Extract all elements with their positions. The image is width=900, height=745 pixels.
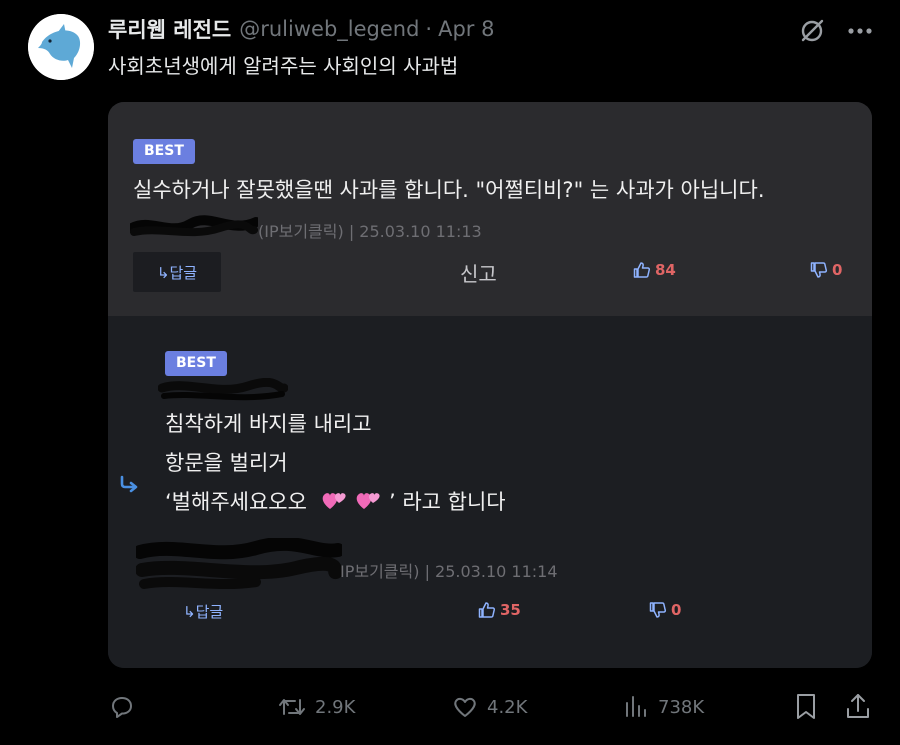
upvote-button[interactable]: 35 (477, 600, 521, 620)
views-action[interactable]: 738K (622, 694, 704, 720)
thumbs-up-icon (478, 602, 496, 618)
redacted-username (158, 378, 288, 401)
downvote-count: 0 (671, 601, 682, 619)
thumbs-down-icon (649, 602, 667, 618)
downvote-button[interactable]: 0 (809, 260, 842, 280)
retweet-action[interactable]: 2.9K (277, 694, 355, 720)
header-separator: · (425, 17, 433, 41)
author-handle[interactable]: @ruliweb_legend (239, 17, 419, 41)
two-hearts-icon (322, 493, 346, 509)
reply-button[interactable]: ↳답글 (133, 252, 221, 292)
bookmark-action[interactable] (792, 692, 828, 722)
report-button[interactable]: 신고 (460, 258, 497, 287)
retweet-icon (279, 699, 305, 715)
thumbs-down-icon (810, 262, 828, 278)
upvote-count: 84 (655, 261, 676, 279)
comment-line-3-start: ‘벌해주세요오오 (165, 490, 307, 514)
downvote-button[interactable]: 0 (648, 600, 681, 620)
grok-icon[interactable] (798, 16, 826, 44)
comment-line-2: 항문을 벌리거 (165, 451, 288, 475)
best-badge: BEST (165, 351, 227, 376)
comment-1: BEST 실수하거나 잘못했을땐 사과를 합니다. "어쩔티비?" 는 사과가 … (108, 102, 872, 316)
comment-line-3-end: ’ 라고 합니다 (388, 490, 506, 514)
like-action[interactable]: 4.2K (451, 694, 527, 720)
reply-arrow-icon (120, 475, 138, 493)
comment-meta: (IP보기클릭) | 25.03.10 11:13 (258, 222, 482, 241)
share-icon (847, 694, 869, 718)
redacted-username (130, 215, 258, 237)
more-options-icon[interactable] (846, 16, 874, 44)
views-count: 738K (658, 696, 705, 718)
downvote-count: 0 (832, 261, 843, 279)
comment-meta: IP보기클릭) | 25.03.10 11:14 (340, 562, 558, 581)
heart-icon (454, 697, 476, 717)
comment-2: BEST 침착하게 바지를 내리고 항문을 벌리거 ‘벌해주세요오오 ’ 라고 … (108, 316, 872, 668)
tweet-date[interactable]: Apr 8 (438, 17, 494, 41)
author-name[interactable]: 루리웹 레전드 (108, 14, 231, 44)
tweet-header: 루리웹 레전드 @ruliweb_legend · Apr 8 (108, 14, 494, 44)
comment-line-1: 침착하게 바지를 내리고 (165, 412, 372, 436)
tweet-text: 사회초년생에게 알려주는 사회인의 사과법 (108, 54, 459, 78)
comment-text: 실수하거나 잘못했을땐 사과를 합니다. "어쩔티비?" 는 사과가 아닙니다. (133, 178, 765, 202)
reply-action[interactable] (108, 694, 144, 720)
reply-button[interactable]: ↳답글 (183, 601, 223, 622)
upvote-count: 35 (500, 601, 521, 619)
like-count: 4.2K (487, 696, 528, 718)
bookmark-icon (797, 694, 815, 719)
tweet-image[interactable]: BEST 실수하거나 잘못했을땐 사과를 합니다. "어쩔티비?" 는 사과가 … (108, 102, 872, 668)
upvote-button[interactable]: 84 (632, 260, 676, 280)
views-icon (626, 696, 646, 717)
tweet-actions: 2.9K 4.2K 738K (0, 690, 900, 724)
thumbs-up-icon (633, 262, 651, 278)
best-badge: BEST (133, 139, 195, 164)
two-hearts-icon (357, 493, 380, 509)
share-action[interactable] (844, 692, 880, 722)
redacted-username (136, 538, 342, 589)
comment-line-3: ‘벌해주세요오오 ’ 라고 합니다 (165, 486, 506, 516)
dolphin-icon (28, 14, 94, 80)
avatar[interactable] (28, 14, 94, 80)
retweet-count: 2.9K (315, 696, 356, 718)
comment-icon (112, 697, 132, 718)
